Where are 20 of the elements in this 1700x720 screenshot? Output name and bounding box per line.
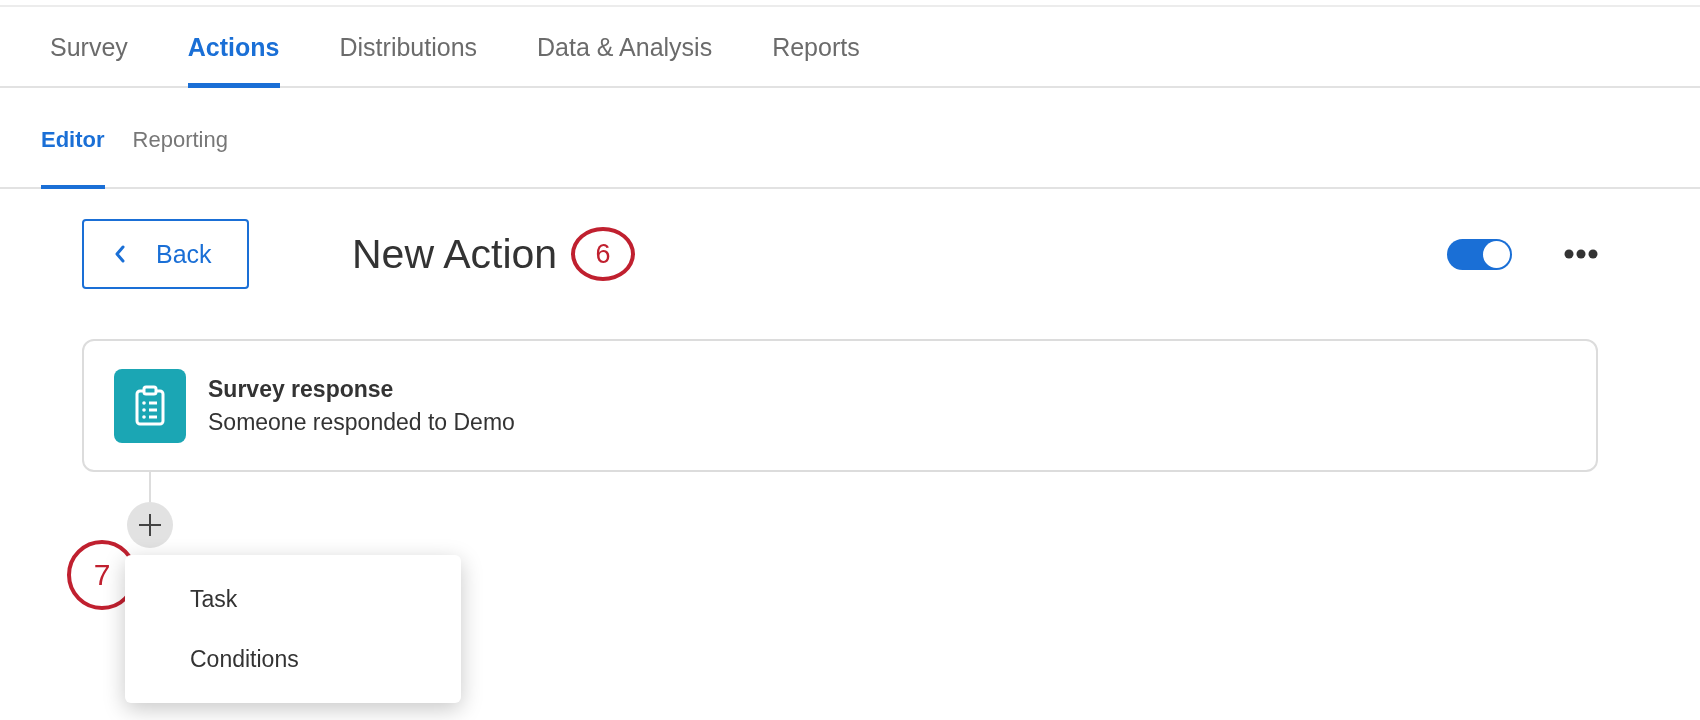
chevron-left-icon <box>114 245 126 263</box>
trigger-card[interactable]: Survey response Someone responded to Demo <box>82 339 1598 472</box>
tab[interactable]: Editor <box>41 88 105 189</box>
trigger-title: Survey response <box>208 375 395 403</box>
toggle-switch[interactable] <box>1447 238 1512 270</box>
back-button[interactable]: Back <box>82 219 249 289</box>
tab[interactable]: Survey <box>50 7 128 88</box>
tab[interactable]: Data & Analysis <box>537 7 713 88</box>
tab[interactable]: Reports <box>772 7 860 88</box>
tab[interactable]: Actions <box>187 7 280 88</box>
more-icon[interactable] <box>1564 249 1598 259</box>
menu-item[interactable]: Conditions <box>125 629 461 689</box>
page-title: New Action <box>352 230 558 278</box>
add-button[interactable] <box>127 502 173 548</box>
plus-icon <box>137 512 163 538</box>
tab[interactable]: Reporting <box>132 88 228 189</box>
tab[interactable]: Distributions <box>339 7 478 88</box>
callout-number: 6 <box>571 227 636 281</box>
trigger-description: Someone responded to Demo <box>208 408 515 436</box>
clipboard-icon <box>114 368 186 443</box>
